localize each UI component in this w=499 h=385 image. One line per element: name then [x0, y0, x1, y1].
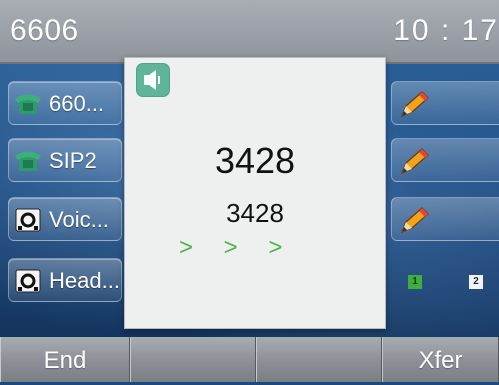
voicemail-icon	[13, 206, 43, 234]
line-key-1[interactable]: 660...	[8, 81, 122, 125]
pencil-icon	[398, 145, 432, 177]
headset-icon	[13, 267, 43, 295]
page-indicator-1[interactable]: 1	[408, 275, 422, 289]
end-softkey[interactable]: End	[0, 337, 130, 382]
clock: 10 : 17	[393, 14, 499, 47]
account-label: 6606	[10, 14, 79, 47]
line-key-2[interactable]: SIP2	[8, 138, 122, 182]
softkey-2[interactable]	[130, 337, 256, 382]
softkey-3[interactable]	[256, 337, 382, 382]
caller-number: 3428	[214, 140, 296, 181]
status-bar: 6606 10 : 17	[0, 0, 499, 64]
xfer-softkey[interactable]: Xfer	[382, 337, 499, 382]
call-panel: 3428 3428 > > >	[124, 57, 386, 329]
caller-name: 3428	[226, 198, 284, 228]
phone-screen: 6606 10 : 17 660... SIP2 Voic... Head...…	[0, 0, 499, 382]
line-key-4[interactable]: Head...	[8, 258, 122, 302]
line-key-label: Voic...	[49, 207, 109, 232]
line-key-label: 660...	[49, 91, 105, 116]
speaker-icon	[136, 63, 170, 97]
pencil-icon	[398, 88, 432, 120]
phone-icon	[13, 90, 43, 118]
right-key-1[interactable]	[391, 81, 499, 125]
right-key-2[interactable]	[391, 138, 499, 182]
line-key-label: SIP2	[49, 148, 97, 173]
right-key-3[interactable]	[391, 197, 499, 241]
call-progress-arrows: > > >	[179, 234, 295, 261]
phone-icon	[13, 147, 43, 175]
line-key-label: Head...	[49, 268, 120, 293]
pencil-icon	[398, 204, 432, 236]
line-key-3[interactable]: Voic...	[8, 197, 122, 241]
page-indicator-2[interactable]: 2	[469, 275, 483, 289]
